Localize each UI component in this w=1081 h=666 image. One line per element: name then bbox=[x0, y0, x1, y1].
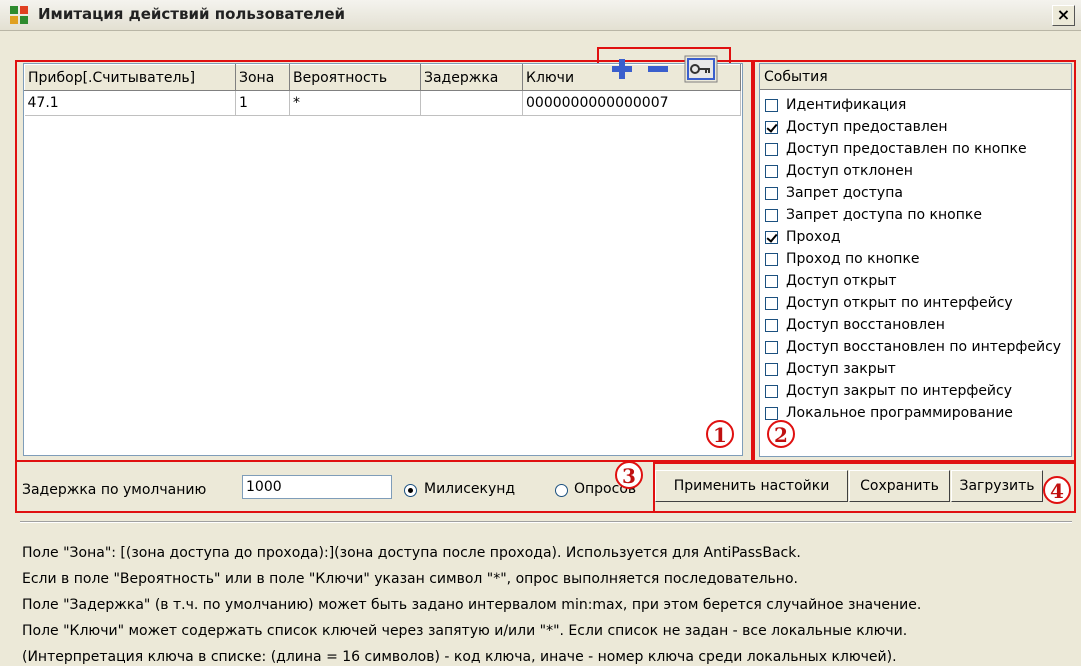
event-label: Доступ открыт bbox=[786, 273, 897, 289]
event-label: Доступ закрыт bbox=[786, 361, 896, 377]
event-item[interactable]: Доступ открыт bbox=[760, 270, 1071, 292]
event-checkbox[interactable] bbox=[765, 230, 778, 244]
event-item[interactable]: Доступ отклонен bbox=[760, 160, 1071, 182]
event-label: Доступ восстановлен по интерфейсу bbox=[786, 339, 1062, 355]
event-label: Проход bbox=[786, 229, 841, 245]
add-row-button[interactable] bbox=[610, 57, 634, 81]
separator bbox=[20, 521, 1072, 523]
event-checkbox[interactable] bbox=[765, 98, 778, 112]
apply-settings-button[interactable]: Применить настойки bbox=[655, 470, 848, 502]
close-button[interactable]: × bbox=[1052, 5, 1075, 26]
help-line-4: Поле "Ключи" может содержать список ключ… bbox=[22, 623, 908, 639]
delay-label: Задержка по умолчанию bbox=[22, 482, 207, 498]
delay-input[interactable]: 1000 bbox=[242, 475, 392, 499]
event-item[interactable]: Проход bbox=[760, 226, 1071, 248]
event-label: Доступ восстановлен bbox=[786, 317, 945, 333]
event-checkbox[interactable] bbox=[765, 296, 778, 310]
event-item[interactable]: Доступ восстановлен по интерфейсу bbox=[760, 336, 1071, 358]
event-label: Доступ закрыт по интерфейсу bbox=[786, 383, 1013, 399]
event-item[interactable]: Локальное программирование bbox=[760, 402, 1071, 424]
event-checkbox[interactable] bbox=[765, 208, 778, 222]
annotation-marker-2: 2 bbox=[767, 420, 795, 448]
event-item[interactable]: Доступ открыт по интерфейсу bbox=[760, 292, 1071, 314]
users-table[interactable]: Прибор[.Считыватель] Зона Вероятность За… bbox=[23, 63, 743, 456]
event-item[interactable]: Запрет доступа bbox=[760, 182, 1071, 204]
remove-row-button[interactable] bbox=[646, 57, 670, 81]
events-header: События bbox=[760, 64, 1071, 90]
cell-device[interactable]: 47.1 bbox=[24, 90, 236, 116]
event-label: Доступ открыт по интерфейсу bbox=[786, 295, 1013, 311]
event-item[interactable]: Доступ закрыт bbox=[760, 358, 1071, 380]
column-delay[interactable]: Задержка bbox=[420, 64, 523, 91]
cell-delay[interactable] bbox=[420, 90, 523, 116]
event-checkbox[interactable] bbox=[765, 252, 778, 266]
event-label: Идентификация bbox=[786, 97, 907, 113]
event-item[interactable]: Проход по кнопке bbox=[760, 248, 1071, 270]
cell-zone[interactable]: 1 bbox=[235, 90, 290, 116]
help-line-3: Поле "Задержка" (в т.ч. по умолчанию) мо… bbox=[22, 597, 922, 613]
table-row[interactable]: 47.1 1 * 0000000000000007 bbox=[24, 90, 741, 116]
annotation-marker-1: 1 bbox=[706, 420, 734, 448]
event-checkbox[interactable] bbox=[765, 164, 778, 178]
minus-icon bbox=[648, 66, 668, 72]
events-list[interactable]: События Идентификация Доступ предоставлен… bbox=[759, 63, 1072, 457]
event-label: Доступ отклонен bbox=[786, 163, 913, 179]
cell-probability[interactable]: * bbox=[289, 90, 421, 116]
event-label: Локальное программирование bbox=[786, 405, 1013, 421]
event-checkbox[interactable] bbox=[765, 318, 778, 332]
event-item[interactable]: Доступ предоставлен bbox=[760, 116, 1071, 138]
window-title: Имитация действий пользователей bbox=[38, 5, 346, 23]
radio-milliseconds-label[interactable]: Милисекунд bbox=[424, 481, 515, 497]
save-button[interactable]: Сохранить bbox=[849, 470, 950, 502]
column-probability[interactable]: Вероятность bbox=[289, 64, 421, 91]
event-checkbox[interactable] bbox=[765, 120, 778, 134]
event-item[interactable]: Доступ предоставлен по кнопке bbox=[760, 138, 1071, 160]
radio-milliseconds[interactable] bbox=[404, 484, 417, 497]
column-device[interactable]: Прибор[.Считыватель] bbox=[24, 64, 236, 91]
title-bar: Имитация действий пользователей × bbox=[0, 0, 1081, 31]
help-line-1: Поле "Зона": [(зона доступа до прохода):… bbox=[22, 545, 801, 561]
annotation-marker-3: 3 bbox=[615, 461, 643, 489]
event-label: Запрет доступа по кнопке bbox=[786, 207, 982, 223]
annotation-marker-4: 4 bbox=[1043, 476, 1071, 504]
event-label: Запрет доступа bbox=[786, 185, 903, 201]
event-item[interactable]: Доступ закрыт по интерфейсу bbox=[760, 380, 1071, 402]
event-label: Доступ предоставлен по кнопке bbox=[786, 141, 1027, 157]
keys-button[interactable] bbox=[684, 55, 718, 83]
event-item[interactable]: Идентификация bbox=[760, 94, 1071, 116]
help-line-5: (Интерпретация ключа в списке: (длина = … bbox=[22, 649, 897, 665]
load-button[interactable]: Загрузить bbox=[951, 470, 1043, 502]
event-item[interactable]: Запрет доступа по кнопке bbox=[760, 204, 1071, 226]
events-items: Идентификация Доступ предоставлен Доступ п… bbox=[760, 90, 1071, 424]
event-checkbox[interactable] bbox=[765, 340, 778, 354]
event-item[interactable]: Доступ восстановлен bbox=[760, 314, 1071, 336]
event-checkbox[interactable] bbox=[765, 406, 778, 420]
event-checkbox[interactable] bbox=[765, 142, 778, 156]
event-label: Проход по кнопке bbox=[786, 251, 920, 267]
event-checkbox[interactable] bbox=[765, 362, 778, 376]
event-checkbox[interactable] bbox=[765, 274, 778, 288]
cell-keys[interactable]: 0000000000000007 bbox=[522, 90, 741, 116]
event-checkbox[interactable] bbox=[765, 186, 778, 200]
event-checkbox[interactable] bbox=[765, 384, 778, 398]
help-line-2: Если в поле "Вероятность" или в поле "Кл… bbox=[22, 571, 798, 587]
radio-polls[interactable] bbox=[555, 484, 568, 497]
app-icon bbox=[10, 6, 29, 25]
column-zone[interactable]: Зона bbox=[235, 64, 290, 91]
event-label: Доступ предоставлен bbox=[786, 119, 948, 135]
